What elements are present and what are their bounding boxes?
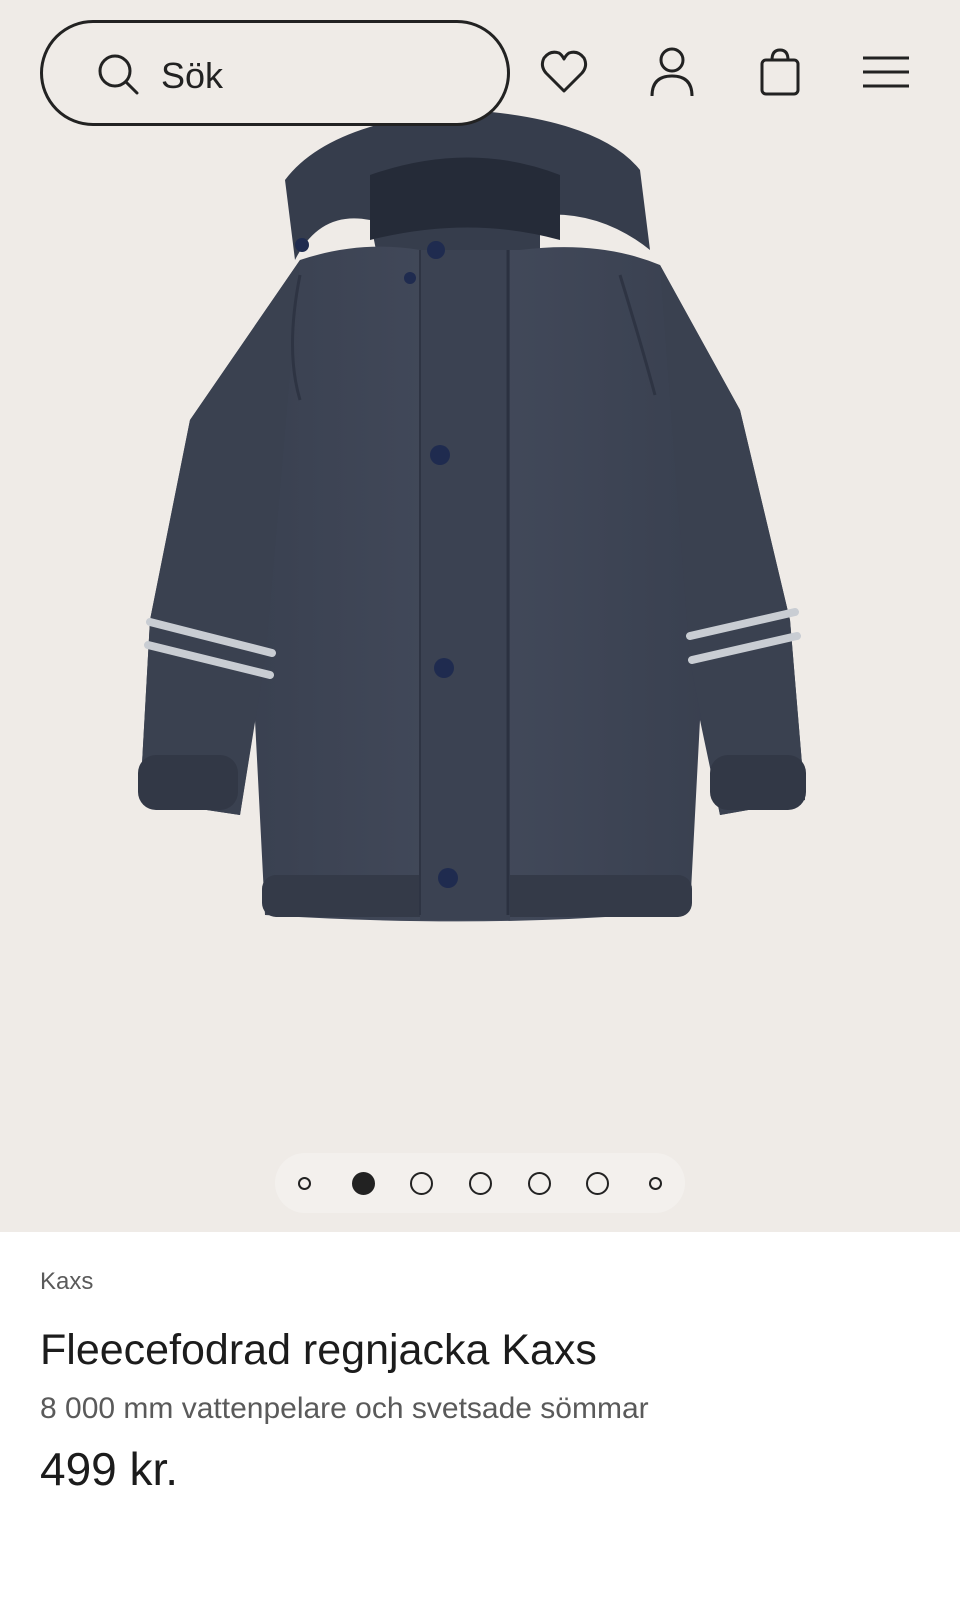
- carousel-dot[interactable]: [586, 1172, 609, 1195]
- product-price: 499 kr.: [40, 1443, 179, 1495]
- carousel-dot-active[interactable]: [352, 1172, 375, 1195]
- heart-icon[interactable]: [538, 46, 590, 98]
- product-title: Fleecefodrad regnjacka Kaxs: [40, 1326, 597, 1374]
- search-icon[interactable]: [97, 53, 139, 95]
- carousel-dot[interactable]: [528, 1172, 551, 1195]
- product-brand[interactable]: Kaxs: [40, 1268, 93, 1296]
- carousel-dot[interactable]: [649, 1177, 662, 1190]
- header-bar: Sök: [0, 0, 960, 140]
- carousel-dot[interactable]: [410, 1172, 433, 1195]
- user-icon[interactable]: [646, 46, 698, 98]
- menu-icon[interactable]: [860, 46, 912, 98]
- carousel-dot[interactable]: [469, 1172, 492, 1195]
- shopping-bag-icon[interactable]: [754, 46, 806, 98]
- product-image[interactable]: [0, 100, 960, 1000]
- search-placeholder[interactable]: Sök: [161, 55, 223, 97]
- search-bar[interactable]: Sök: [40, 20, 510, 126]
- product-image-gallery[interactable]: Sök: [0, 0, 960, 1232]
- carousel-pagination: [275, 1153, 685, 1213]
- carousel-dot[interactable]: [298, 1177, 311, 1190]
- product-subtitle: 8 000 mm vattenpelare och svetsade sömma…: [40, 1392, 649, 1425]
